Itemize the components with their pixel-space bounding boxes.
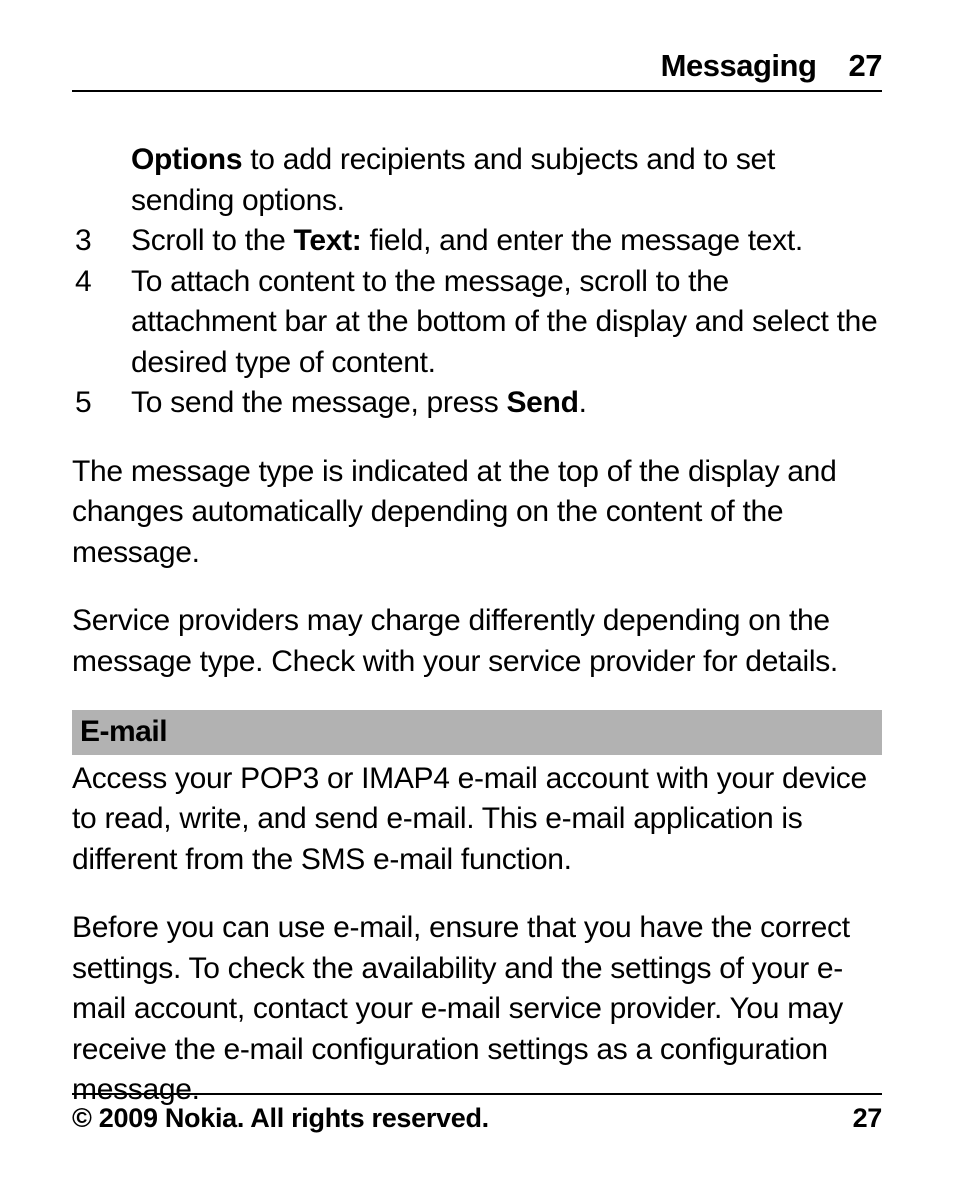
step-3: 3 Scroll to the Text: field, and enter t… (72, 221, 882, 262)
step5-suffix: . (579, 386, 587, 419)
step3-suffix: field, and enter the message text. (362, 224, 803, 257)
step3-bold: Text: (294, 224, 362, 257)
continued-paragraph: Options to add recipients and subjects a… (72, 140, 882, 221)
step-number: 4 (75, 262, 131, 384)
email-paragraph-1: Access your POP3 or IMAP4 e-mail account… (72, 759, 882, 881)
options-bold: Options (131, 143, 242, 176)
step-text: Scroll to the Text: field, and enter the… (131, 221, 882, 262)
step-text: To send the message, press Send. (131, 383, 882, 424)
paragraph-service-providers: Service providers may charge differently… (72, 601, 882, 682)
step5-prefix: To send the message, press (131, 386, 506, 419)
step5-bold: Send (506, 386, 578, 419)
step-5: 5 To send the message, press Send. (72, 383, 882, 424)
page-footer: © 2009 Nokia. All rights reserved. 27 (72, 1093, 882, 1134)
step-text: To attach content to the message, scroll… (131, 262, 882, 384)
footer-copyright: © 2009 Nokia. All rights reserved. (72, 1103, 489, 1134)
page-header: Messaging 27 (72, 48, 882, 92)
paragraph-message-type: The message type is indicated at the top… (72, 452, 882, 574)
step-4: 4 To attach content to the message, scro… (72, 262, 882, 384)
footer-page-number: 27 (853, 1103, 882, 1134)
header-page-number: 27 (849, 48, 882, 83)
page-content: Options to add recipients and subjects a… (72, 140, 882, 1111)
section-heading-email: E-mail (72, 710, 882, 755)
step3-prefix: Scroll to the (131, 224, 294, 257)
email-paragraph-2: Before you can use e-mail, ensure that y… (72, 908, 882, 1111)
header-title: Messaging (661, 48, 817, 83)
step-number: 3 (75, 221, 131, 262)
step-number: 5 (75, 383, 131, 424)
